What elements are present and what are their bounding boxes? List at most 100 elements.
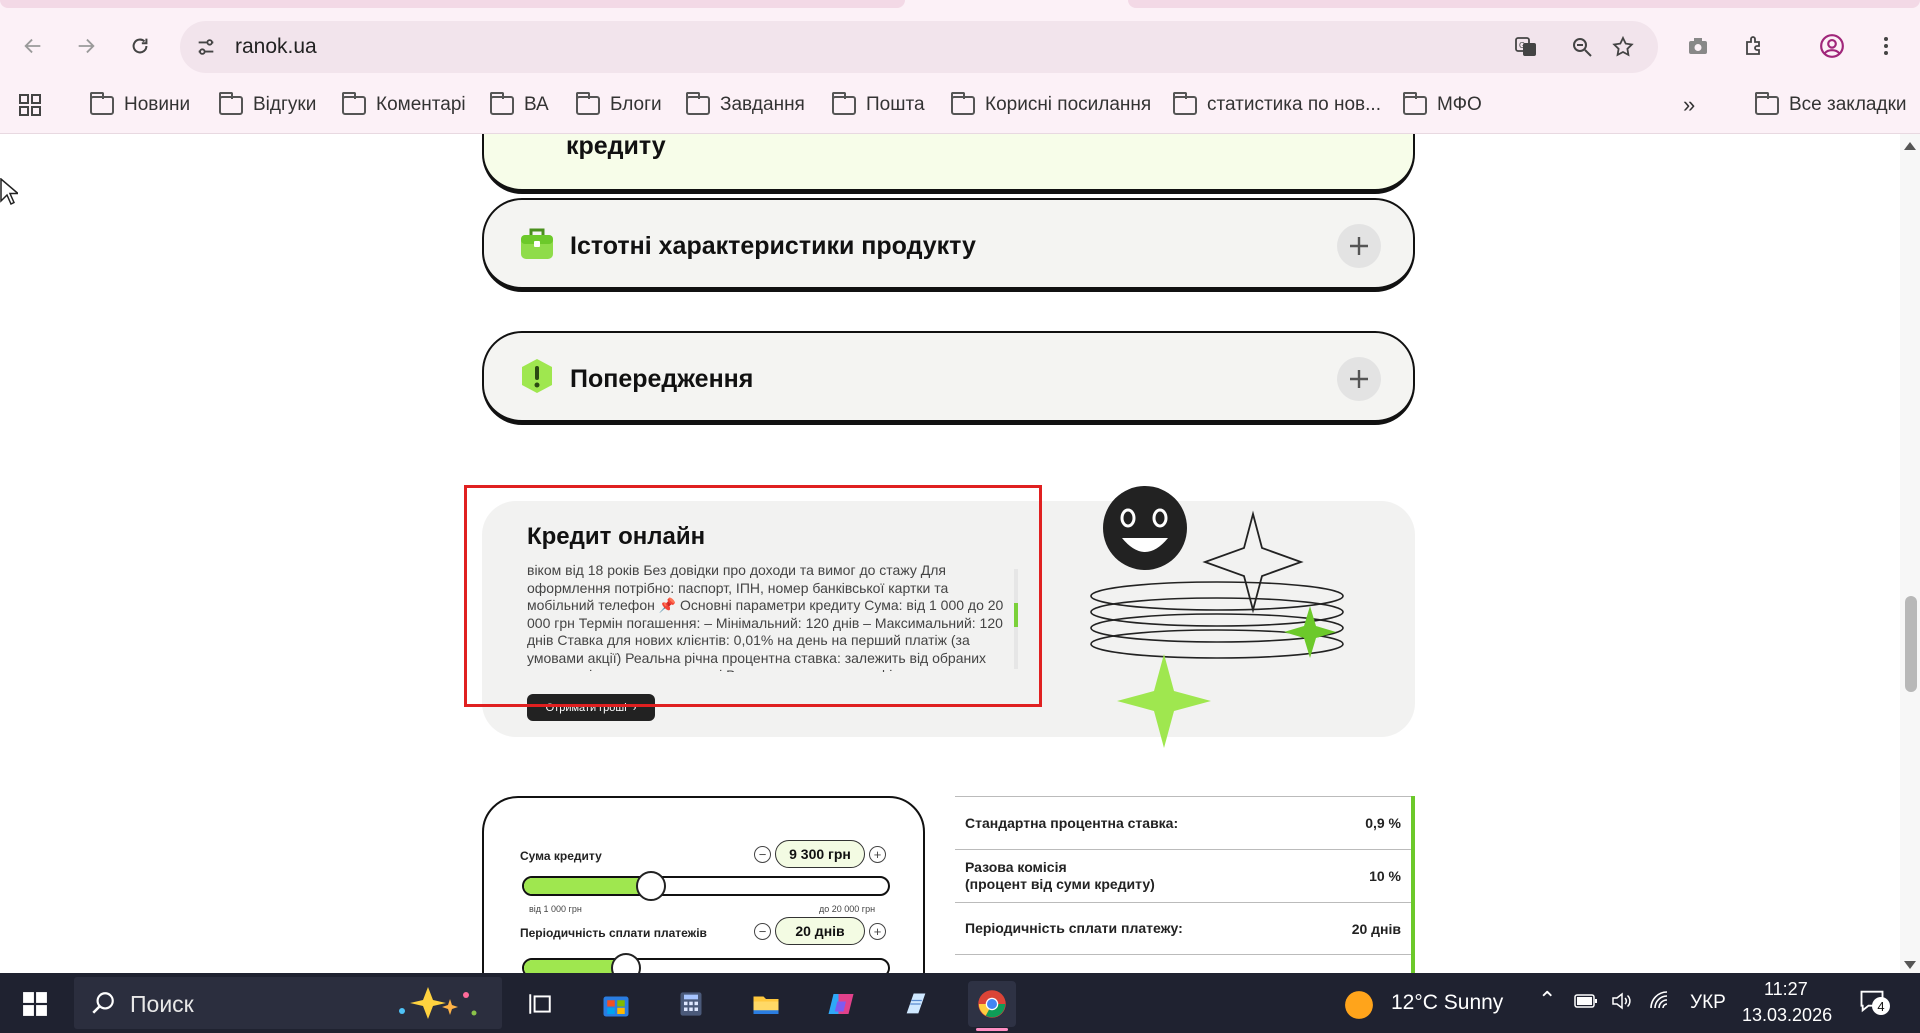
bookmark-folder[interactable]: Пошта xyxy=(832,90,925,120)
expand-plus-icon[interactable] xyxy=(1337,357,1381,401)
bookmark-label: ВА xyxy=(524,94,549,115)
folder-icon xyxy=(576,91,600,115)
all-bookmarks-folder[interactable]: Все закладки xyxy=(1755,90,1907,120)
reload-button[interactable] xyxy=(122,28,158,64)
bookmark-star-icon[interactable] xyxy=(1609,33,1637,61)
taskbar-calculator[interactable] xyxy=(667,981,715,1027)
site-info-icon[interactable] xyxy=(194,35,218,59)
folder-icon xyxy=(1755,91,1779,115)
windows-taskbar: Поиск 12°C Sunny ⌃ УКР 11:27 13.03.2026 xyxy=(0,973,1920,1033)
battery-icon[interactable] xyxy=(1574,993,1598,1009)
scroll-up-arrow-icon[interactable] xyxy=(1904,142,1916,150)
bookmark-label: МФО xyxy=(1437,94,1482,115)
term-label: Разова комісія (процент від суми кредиту… xyxy=(965,859,1155,892)
url-text[interactable]: ranok.ua xyxy=(235,35,317,59)
task-view-button[interactable] xyxy=(516,981,564,1027)
period-plus-button[interactable]: + xyxy=(869,923,886,940)
expand-plus-icon[interactable] xyxy=(1337,224,1381,268)
taskbar-copilot[interactable] xyxy=(817,981,865,1027)
svg-text:G: G xyxy=(1519,41,1525,50)
amount-plus-button[interactable]: + xyxy=(869,846,886,863)
period-slider-handle[interactable] xyxy=(610,953,641,973)
back-button[interactable] xyxy=(15,28,51,64)
address-bar[interactable]: ranok.ua G xyxy=(180,21,1658,73)
page-scrollbar[interactable] xyxy=(1900,134,1920,973)
bookmark-label: Коментарі xyxy=(376,94,466,115)
bookmark-folder[interactable]: ВА xyxy=(490,90,549,120)
tray-chevron-up-icon[interactable]: ⌃ xyxy=(1538,987,1556,1013)
accordion-title: Істотні характеристики продукту xyxy=(570,232,976,260)
copilot-icon xyxy=(828,994,854,1014)
zoom-icon[interactable] xyxy=(1568,33,1596,61)
smiley-stars-illustration xyxy=(1090,486,1344,748)
amount-min-label: від 1 000 грн xyxy=(529,904,582,914)
warning-icon xyxy=(522,359,552,393)
menu-kebab-icon[interactable] xyxy=(1870,30,1902,62)
forward-button[interactable] xyxy=(68,28,104,64)
amount-minus-button[interactable]: − xyxy=(754,846,771,863)
bookmark-folder[interactable]: МФО xyxy=(1403,90,1482,120)
scrollbar-thumb[interactable] xyxy=(1905,596,1917,692)
reload-icon xyxy=(132,38,148,54)
amount-label: Сума кредиту xyxy=(520,849,602,863)
arrow-right-icon xyxy=(78,38,95,54)
weather-sun-icon[interactable] xyxy=(1344,990,1374,1020)
accordion-title: кредиту xyxy=(566,134,666,160)
taskbar-notepad[interactable] xyxy=(892,981,940,1027)
bookmark-folder[interactable]: Відгуки xyxy=(219,90,316,120)
weather-text[interactable]: 12°C Sunny xyxy=(1391,991,1503,1015)
screenshot-icon[interactable] xyxy=(1682,30,1714,62)
bookmark-folder[interactable]: Коментарі xyxy=(342,90,466,120)
bookmark-label: Корисні посилання xyxy=(985,94,1152,115)
taskbar-file-explorer[interactable] xyxy=(742,981,790,1027)
folder-icon xyxy=(686,91,710,115)
briefcase-icon xyxy=(521,228,553,259)
extensions-icon[interactable] xyxy=(1738,30,1770,62)
network-icon[interactable] xyxy=(1648,989,1672,1013)
accordion-warnings[interactable]: Попередження xyxy=(482,331,1415,425)
folder-icon xyxy=(490,91,514,115)
accordion-credit-terms[interactable]: кредиту xyxy=(482,134,1415,194)
bookmark-label: Пошта xyxy=(866,94,925,115)
loan-calculator: Сума кредиту − 9 300 грн + від 1 000 грн… xyxy=(482,796,925,973)
clock-time[interactable]: 11:27 xyxy=(1764,979,1808,1000)
period-slider[interactable] xyxy=(522,953,890,973)
clock-date[interactable]: 13.03.2026 xyxy=(1742,1005,1832,1026)
volume-icon[interactable] xyxy=(1610,989,1634,1013)
translate-icon[interactable]: G xyxy=(1512,33,1540,61)
bookmark-folder[interactable]: Новини xyxy=(90,90,190,120)
term-value: 10 % xyxy=(1369,868,1401,884)
amount-slider[interactable] xyxy=(522,871,890,901)
outline-star-icon xyxy=(1202,510,1304,614)
period-minus-button[interactable]: − xyxy=(754,923,771,940)
search-icon xyxy=(92,992,114,1014)
bookmark-folder[interactable]: Блоги xyxy=(576,90,662,120)
amount-value[interactable]: 9 300 грн xyxy=(775,840,865,868)
rings-icon xyxy=(1090,581,1344,659)
windows-logo-icon xyxy=(23,992,47,1016)
profile-icon[interactable] xyxy=(1816,30,1848,62)
keyboard-language[interactable]: УКР xyxy=(1690,992,1726,1014)
bookmarks-bar: Новини Відгуки Коментарі ВА Блоги Завдан… xyxy=(0,84,1920,124)
more-bookmarks-chevron-icon[interactable]: » xyxy=(1683,90,1695,120)
amount-slider-handle[interactable] xyxy=(636,871,667,901)
bookmark-label: Блоги xyxy=(610,94,662,115)
notifications-button[interactable]: 4 xyxy=(1858,987,1892,1019)
folder-icon xyxy=(753,996,779,1014)
taskbar-store[interactable] xyxy=(592,981,640,1027)
bookmark-folder[interactable]: Завдання xyxy=(686,90,805,120)
apps-icon[interactable] xyxy=(18,90,42,120)
arrow-left-icon xyxy=(24,38,41,54)
green-star-large-icon xyxy=(1117,654,1211,748)
taskbar-search[interactable]: Поиск xyxy=(74,977,502,1029)
taskbar-chrome[interactable] xyxy=(968,981,1016,1031)
bookmark-folder[interactable]: статистика по нов... xyxy=(1173,90,1381,120)
browser-chrome: ranok.ua G Новини Відгуки Коментарі ВА Б… xyxy=(0,0,1920,134)
period-label: Періодичність сплати платежів xyxy=(520,926,707,940)
start-button[interactable] xyxy=(11,981,59,1027)
term-value: 20 днів xyxy=(1351,920,1401,937)
accordion-product-characteristics[interactable]: Істотні характеристики продукту xyxy=(482,198,1415,292)
period-value[interactable]: 20 днів xyxy=(775,917,865,945)
bookmark-folder[interactable]: Корисні посилання xyxy=(951,90,1151,120)
scroll-down-arrow-icon[interactable] xyxy=(1904,961,1916,969)
